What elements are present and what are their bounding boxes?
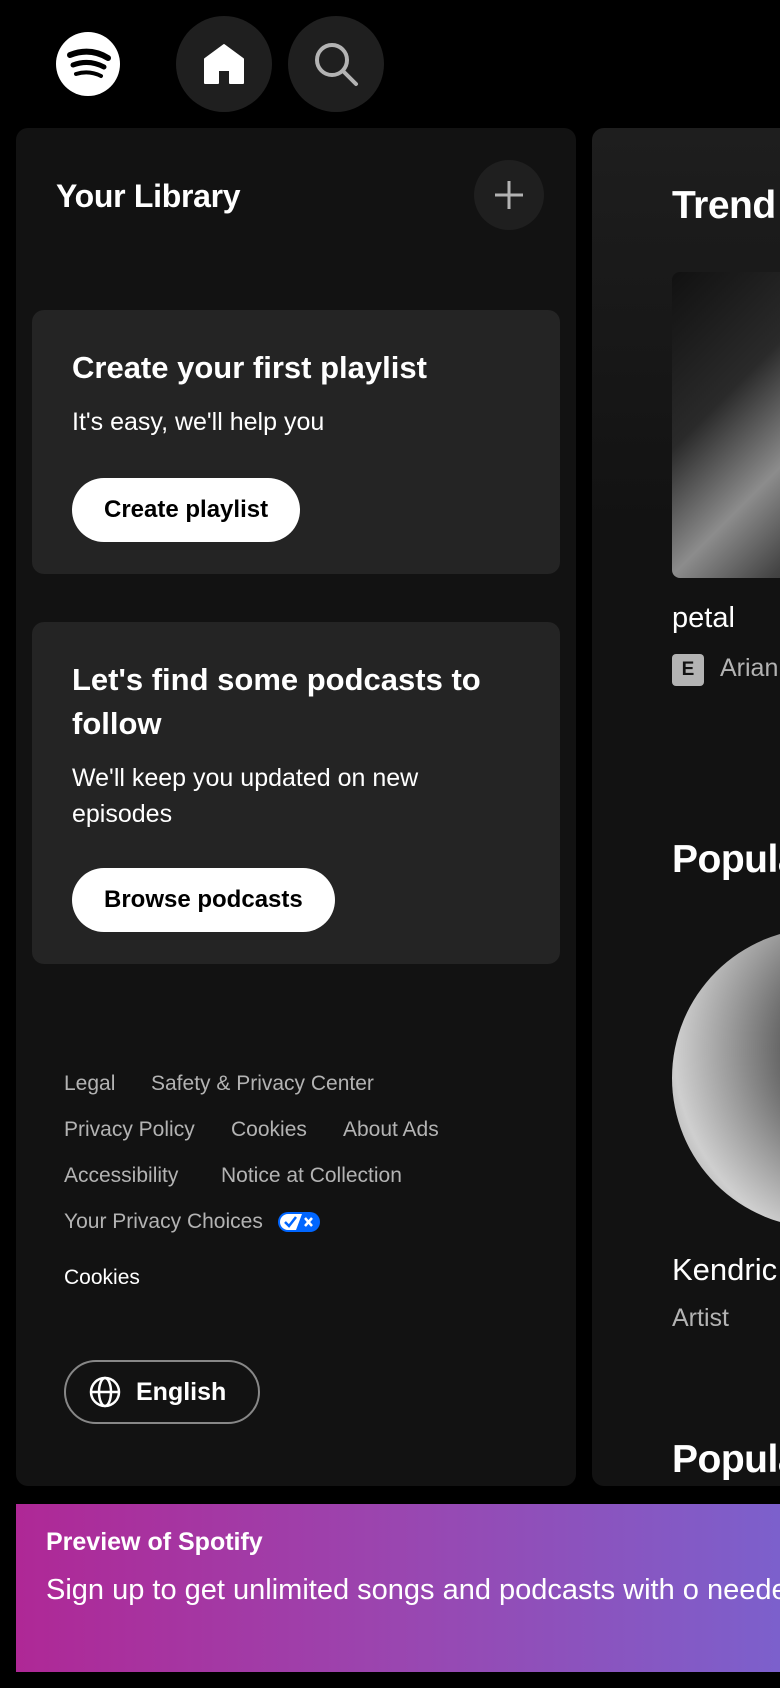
song-title[interactable]: petal	[672, 602, 735, 635]
section-title-popular-artists: Popula	[672, 838, 780, 881]
privacy-choices-icon	[278, 1212, 320, 1232]
podcasts-card: Let's find some podcasts to follow We'll…	[32, 622, 560, 964]
footer-link-about-ads[interactable]: About Ads	[343, 1118, 439, 1142]
section-title-popular: Popula	[672, 1438, 780, 1481]
album-cover-image[interactable]	[672, 272, 780, 578]
language-label: English	[136, 1377, 227, 1406]
playlist-card-subtitle: It's easy, we'll help you	[72, 408, 325, 436]
footer-link-privacy-choices[interactable]: Your Privacy Choices	[64, 1210, 263, 1234]
library-panel: Your Library Create your first playlist …	[16, 128, 576, 1486]
explicit-badge: E	[672, 654, 704, 686]
preview-banner[interactable]: Preview of Spotify Sign up to get unlimi…	[16, 1504, 780, 1672]
banner-text: Sign up to get unlimited songs and podca…	[46, 1574, 780, 1606]
footer-link-accessibility[interactable]: Accessibility	[64, 1164, 178, 1188]
song-artist[interactable]: Arian	[720, 654, 778, 683]
section-title-trending: Trend	[672, 184, 776, 227]
home-button[interactable]	[176, 16, 272, 112]
language-button[interactable]: English	[64, 1360, 260, 1424]
artist-name[interactable]: Kendric	[672, 1252, 777, 1288]
cookies-settings-link[interactable]: Cookies	[64, 1266, 140, 1290]
banner-title: Preview of Spotify	[46, 1528, 263, 1556]
search-icon	[315, 43, 358, 86]
create-button[interactable]	[474, 160, 544, 230]
globe-icon	[89, 1376, 121, 1408]
spotify-logo-icon[interactable]	[56, 32, 120, 96]
playlist-card-title: Create your first playlist	[72, 350, 427, 385]
artist-image[interactable]	[672, 928, 780, 1228]
footer-link-notice[interactable]: Notice at Collection	[221, 1164, 402, 1188]
footer-link-legal[interactable]: Legal	[64, 1072, 115, 1096]
footer-link-cookies[interactable]: Cookies	[231, 1118, 307, 1142]
plus-icon	[495, 181, 523, 209]
create-playlist-button[interactable]: Create playlist	[72, 478, 301, 542]
browse-podcasts-button[interactable]: Browse podcasts	[72, 868, 335, 932]
podcast-card-subtitle: We'll keep you updated on new episodes	[72, 764, 419, 828]
search-button[interactable]	[288, 16, 384, 112]
podcast-card-title: Let's find some podcasts to follow	[72, 662, 481, 741]
artist-type: Artist	[672, 1304, 729, 1332]
create-playlist-card: Create your first playlist It's easy, we…	[32, 310, 560, 574]
footer-link-safety[interactable]: Safety & Privacy Center	[151, 1072, 374, 1096]
library-title: Your Library	[56, 178, 241, 214]
top-bar	[0, 0, 780, 128]
home-icon	[204, 44, 244, 84]
main-content: Trend petal E Arian Popula Kendric Artis…	[592, 128, 780, 1486]
footer-link-privacy-policy[interactable]: Privacy Policy	[64, 1118, 195, 1142]
